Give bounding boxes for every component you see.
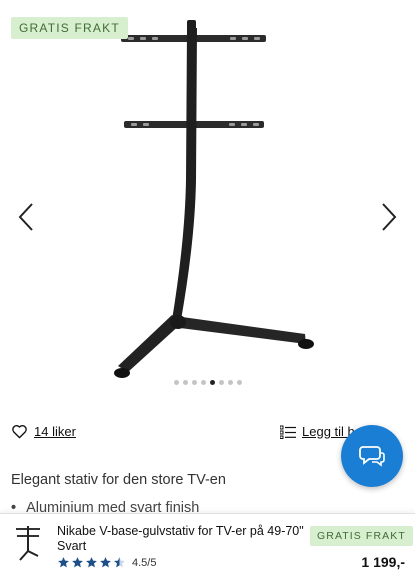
carousel-dot[interactable] [182, 380, 188, 385]
sticky-product-bar: Nikabe V-base-gulvstativ for TV-er på 49… [0, 513, 415, 575]
carousel-dot[interactable] [200, 380, 206, 385]
product-thumbnail [16, 526, 40, 561]
chat-button[interactable] [341, 425, 403, 487]
list-icon [280, 425, 296, 439]
carousel-dots [0, 380, 415, 385]
product-title: Nikabe V-base-gulvstativ for TV-er på 49… [57, 524, 304, 553]
carousel-dot-active[interactable] [209, 380, 215, 385]
carousel-dot[interactable] [236, 380, 242, 385]
star-half-icon [114, 557, 125, 568]
chevron-right-icon[interactable] [377, 200, 401, 234]
carousel-dot[interactable] [227, 380, 233, 385]
free-shipping-badge: GRATIS FRAKT [310, 526, 413, 546]
carousel-dot[interactable] [191, 380, 197, 385]
free-shipping-badge: GRATIS FRAKT [11, 17, 128, 39]
product-image-gallery[interactable]: GRATIS FRAKT [0, 0, 415, 400]
star-icon [58, 557, 69, 568]
product-rating[interactable]: 4.5/5 [57, 556, 156, 569]
carousel-dot[interactable] [173, 380, 179, 385]
product-image [114, 20, 314, 378]
likes-count-label: 14 liker [34, 424, 76, 439]
rating-value: 4.5/5 [132, 556, 157, 569]
star-icon [86, 557, 97, 568]
chevron-left-icon[interactable] [14, 200, 38, 234]
product-price: 1 199,- [361, 554, 405, 570]
chat-icon [359, 446, 385, 467]
like-button[interactable]: 14 liker [11, 424, 76, 439]
heart-icon [12, 425, 27, 439]
star-icon [100, 557, 111, 568]
description-heading: Elegant stativ for den store TV-en [11, 472, 226, 488]
carousel-dot[interactable] [218, 380, 224, 385]
star-icon [72, 557, 83, 568]
add-to-wishlist-button[interactable]: Legg til h [280, 424, 355, 439]
